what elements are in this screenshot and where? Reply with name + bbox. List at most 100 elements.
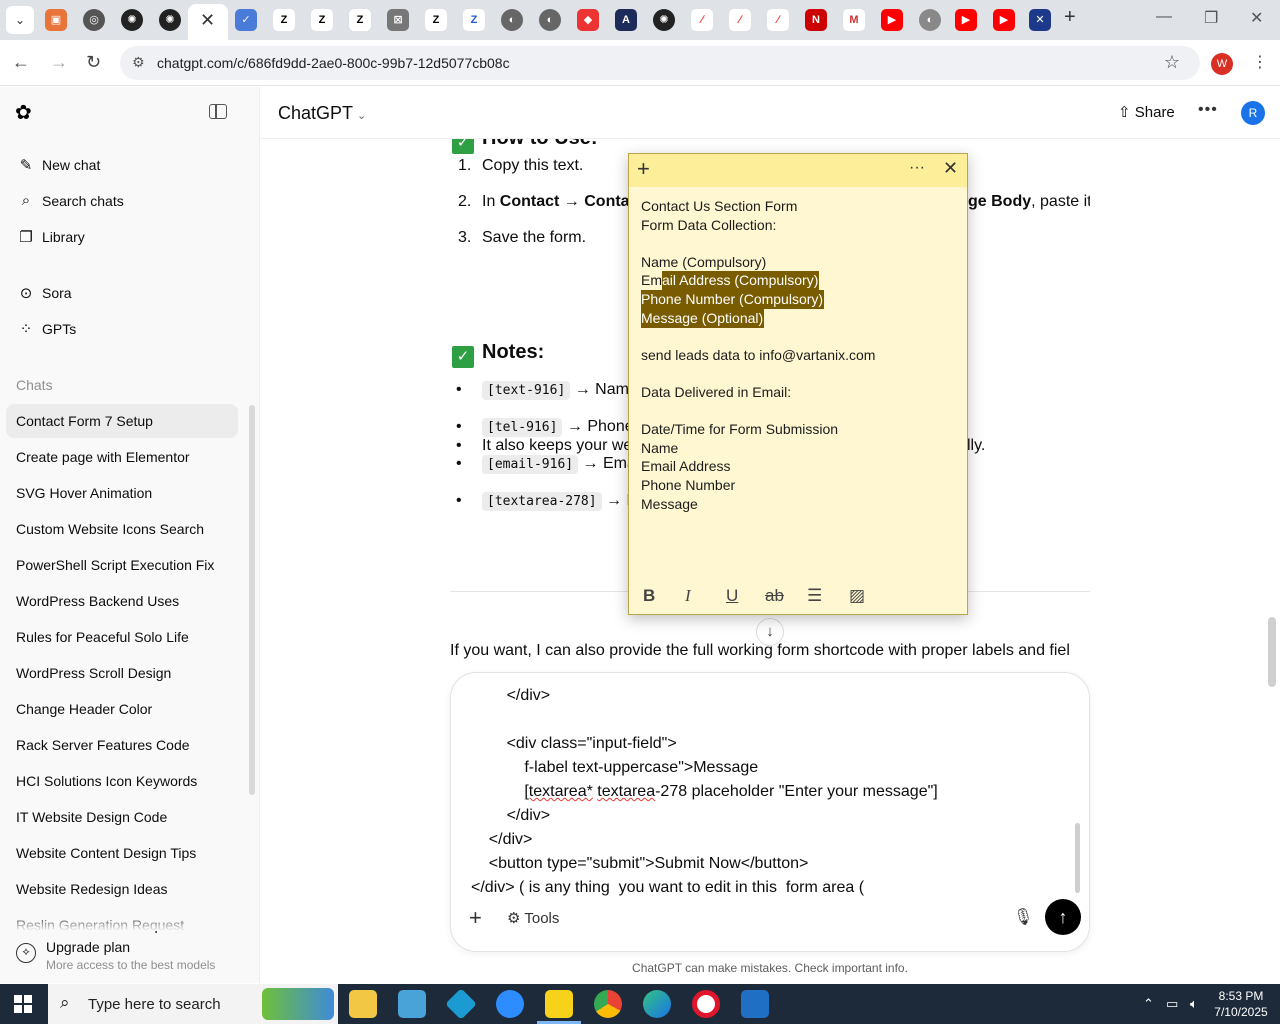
chat-history-item[interactable]: Website Redesign Ideas: [6, 872, 238, 906]
chat-history-item[interactable]: WordPress Backend Uses: [6, 584, 238, 618]
tab-favicon[interactable]: ◆: [577, 9, 599, 31]
window-close-icon[interactable]: ✕: [1250, 8, 1263, 28]
tab-favicon[interactable]: Z: [349, 9, 371, 31]
sticky-note-titlebar[interactable]: + ··· ✕: [629, 154, 967, 187]
note-menu-icon[interactable]: ···: [909, 159, 925, 177]
sticky-note-window[interactable]: + ··· ✕ Contact Us Section Form Form Data…: [628, 153, 968, 615]
tab-favicon[interactable]: ✺: [121, 9, 143, 31]
tab-favicon[interactable]: ∕: [691, 9, 713, 31]
close-note-icon[interactable]: ✕: [943, 158, 958, 179]
composer-scrollbar[interactable]: [1075, 823, 1080, 893]
tab-favicon[interactable]: ▶: [993, 9, 1015, 31]
message-composer[interactable]: </div> <div class="input-field"> f-label…: [450, 672, 1090, 952]
url-text[interactable]: chatgpt.com/c/686fd9dd-2ae0-800c-99b7-12…: [157, 55, 510, 71]
sidebar-toggle-icon[interactable]: [209, 104, 227, 119]
tab-favicon[interactable]: ✺: [159, 9, 181, 31]
microphone-icon[interactable]: 🎙︎: [1013, 907, 1033, 927]
openai-logo-icon[interactable]: ✿: [15, 102, 37, 124]
tab-favicon[interactable]: ✓: [235, 9, 257, 31]
chat-history-item[interactable]: SVG Hover Animation: [6, 476, 238, 510]
taskbar-search[interactable]: ⌕ Type here to search: [48, 984, 338, 1024]
chat-history-item[interactable]: Contact Form 7 Setup: [6, 404, 238, 438]
browser-menu-icon[interactable]: ⋮: [1252, 52, 1268, 72]
gpts-button[interactable]: ⁘ GPTs: [6, 312, 238, 346]
insert-image-icon[interactable]: ▨: [849, 586, 865, 606]
tab-favicon[interactable]: ◎: [83, 9, 105, 31]
new-tab-button[interactable]: +: [1064, 6, 1076, 29]
prompt-textarea[interactable]: </div> <div class="input-field"> f-label…: [471, 687, 1071, 897]
upgrade-plan-button[interactable]: ⟡ Upgrade plan More access to the best m…: [6, 933, 242, 977]
tab-favicon[interactable]: ▣: [45, 9, 67, 31]
tab-favicon[interactable]: ▶: [881, 9, 903, 31]
tab-favicon[interactable]: M: [843, 9, 865, 31]
new-note-plus-icon[interactable]: +: [637, 156, 650, 182]
tab-favicon[interactable]: ∕: [767, 9, 789, 31]
tab-favicon[interactable]: ✺: [653, 9, 675, 31]
tools-button[interactable]: ⚙ Tools: [507, 909, 559, 927]
tab-favicon[interactable]: ◐: [501, 9, 523, 31]
more-options-icon[interactable]: •••: [1198, 101, 1218, 119]
sticky-notes-icon[interactable]: [537, 990, 581, 1024]
opera-icon[interactable]: [692, 990, 720, 1018]
chat-history-item[interactable]: Website Content Design Tips: [6, 836, 238, 870]
minimize-icon[interactable]: —: [1156, 8, 1172, 26]
chat-history-item[interactable]: Change Header Color: [6, 692, 238, 726]
bookmark-star-icon[interactable]: ☆: [1164, 52, 1180, 73]
chat-history-item[interactable]: Rack Server Features Code: [6, 728, 238, 762]
tab-favicon[interactable]: Z: [463, 9, 485, 31]
search-chats-button[interactable]: ⌕ Search chats: [6, 184, 238, 218]
chat-history-item[interactable]: WordPress Scroll Design: [6, 656, 238, 690]
tab-favicon[interactable]: ✕: [1029, 9, 1051, 31]
windows-start-icon[interactable]: [14, 995, 32, 1013]
restore-icon[interactable]: ❐: [1204, 8, 1218, 28]
library-button[interactable]: ❐ Library: [6, 220, 238, 254]
active-tab[interactable]: ✕: [188, 4, 228, 40]
tab-favicon[interactable]: Z: [311, 9, 333, 31]
show-hidden-icons[interactable]: ⌃: [1143, 996, 1154, 1012]
tab-favicon[interactable]: A: [615, 9, 637, 31]
sidebar-scrollbar[interactable]: [249, 405, 255, 795]
share-button[interactable]: ⇧ Share: [1118, 103, 1175, 121]
reload-icon[interactable]: ↻: [86, 52, 101, 73]
main-scrollbar[interactable]: [1268, 617, 1276, 687]
chat-history-item[interactable]: PowerShell Script Execution Fix: [6, 548, 238, 582]
underline-icon[interactable]: U: [726, 586, 738, 606]
url-bar[interactable]: ⚙ chatgpt.com/c/686fd9dd-2ae0-800c-99b7-…: [120, 46, 1200, 80]
tab-favicon[interactable]: ◐: [539, 9, 561, 31]
site-info-icon[interactable]: ⚙: [132, 54, 145, 71]
user-avatar[interactable]: R: [1241, 101, 1265, 125]
volume-icon[interactable]: 🔈︎: [1190, 996, 1198, 1012]
new-chat-button[interactable]: ✎ New chat: [6, 148, 238, 182]
bullet-list-icon[interactable]: ☰: [807, 586, 822, 606]
chat-history-item[interactable]: Create page with Elementor: [6, 440, 238, 474]
app-icon[interactable]: [398, 990, 426, 1018]
app-icon[interactable]: [445, 988, 477, 1020]
zoom-icon[interactable]: [496, 990, 524, 1018]
tab-favicon[interactable]: ∕: [729, 9, 751, 31]
back-icon[interactable]: ←: [12, 52, 30, 73]
edge-icon[interactable]: [643, 990, 671, 1018]
forward-icon[interactable]: →: [50, 52, 68, 73]
scroll-to-bottom-button[interactable]: ↓: [756, 618, 784, 646]
browser-profile-avatar[interactable]: W: [1211, 53, 1233, 75]
tab-favicon[interactable]: Z: [273, 9, 295, 31]
chat-history-item[interactable]: Rules for Peaceful Solo Life: [6, 620, 238, 654]
file-explorer-icon[interactable]: [349, 990, 377, 1018]
model-selector[interactable]: ChatGPT ⌄: [278, 103, 366, 124]
add-attachment-button[interactable]: +: [469, 905, 482, 931]
strikethrough-icon[interactable]: ab: [765, 586, 784, 606]
chat-history-item[interactable]: Custom Website Icons Search: [6, 512, 238, 546]
tab-favicon[interactable]: ▶: [955, 9, 977, 31]
sora-button[interactable]: ⊙ Sora: [6, 276, 238, 310]
italic-icon[interactable]: I: [685, 586, 691, 606]
chrome-icon[interactable]: [594, 990, 622, 1018]
chat-history-item[interactable]: HCI Solutions Icon Keywords: [6, 764, 238, 798]
tab-favicon[interactable]: ⊠: [387, 9, 409, 31]
system-clock[interactable]: 8:53 PM 7/10/2025: [1212, 988, 1270, 1020]
vscode-icon[interactable]: [741, 990, 769, 1018]
bold-icon[interactable]: B: [643, 586, 655, 606]
tab-search-dropdown-icon[interactable]: ⌄: [6, 6, 34, 34]
network-icon[interactable]: ▭: [1166, 996, 1178, 1012]
close-tab-icon[interactable]: ✕: [200, 10, 215, 31]
tab-favicon[interactable]: N: [805, 9, 827, 31]
